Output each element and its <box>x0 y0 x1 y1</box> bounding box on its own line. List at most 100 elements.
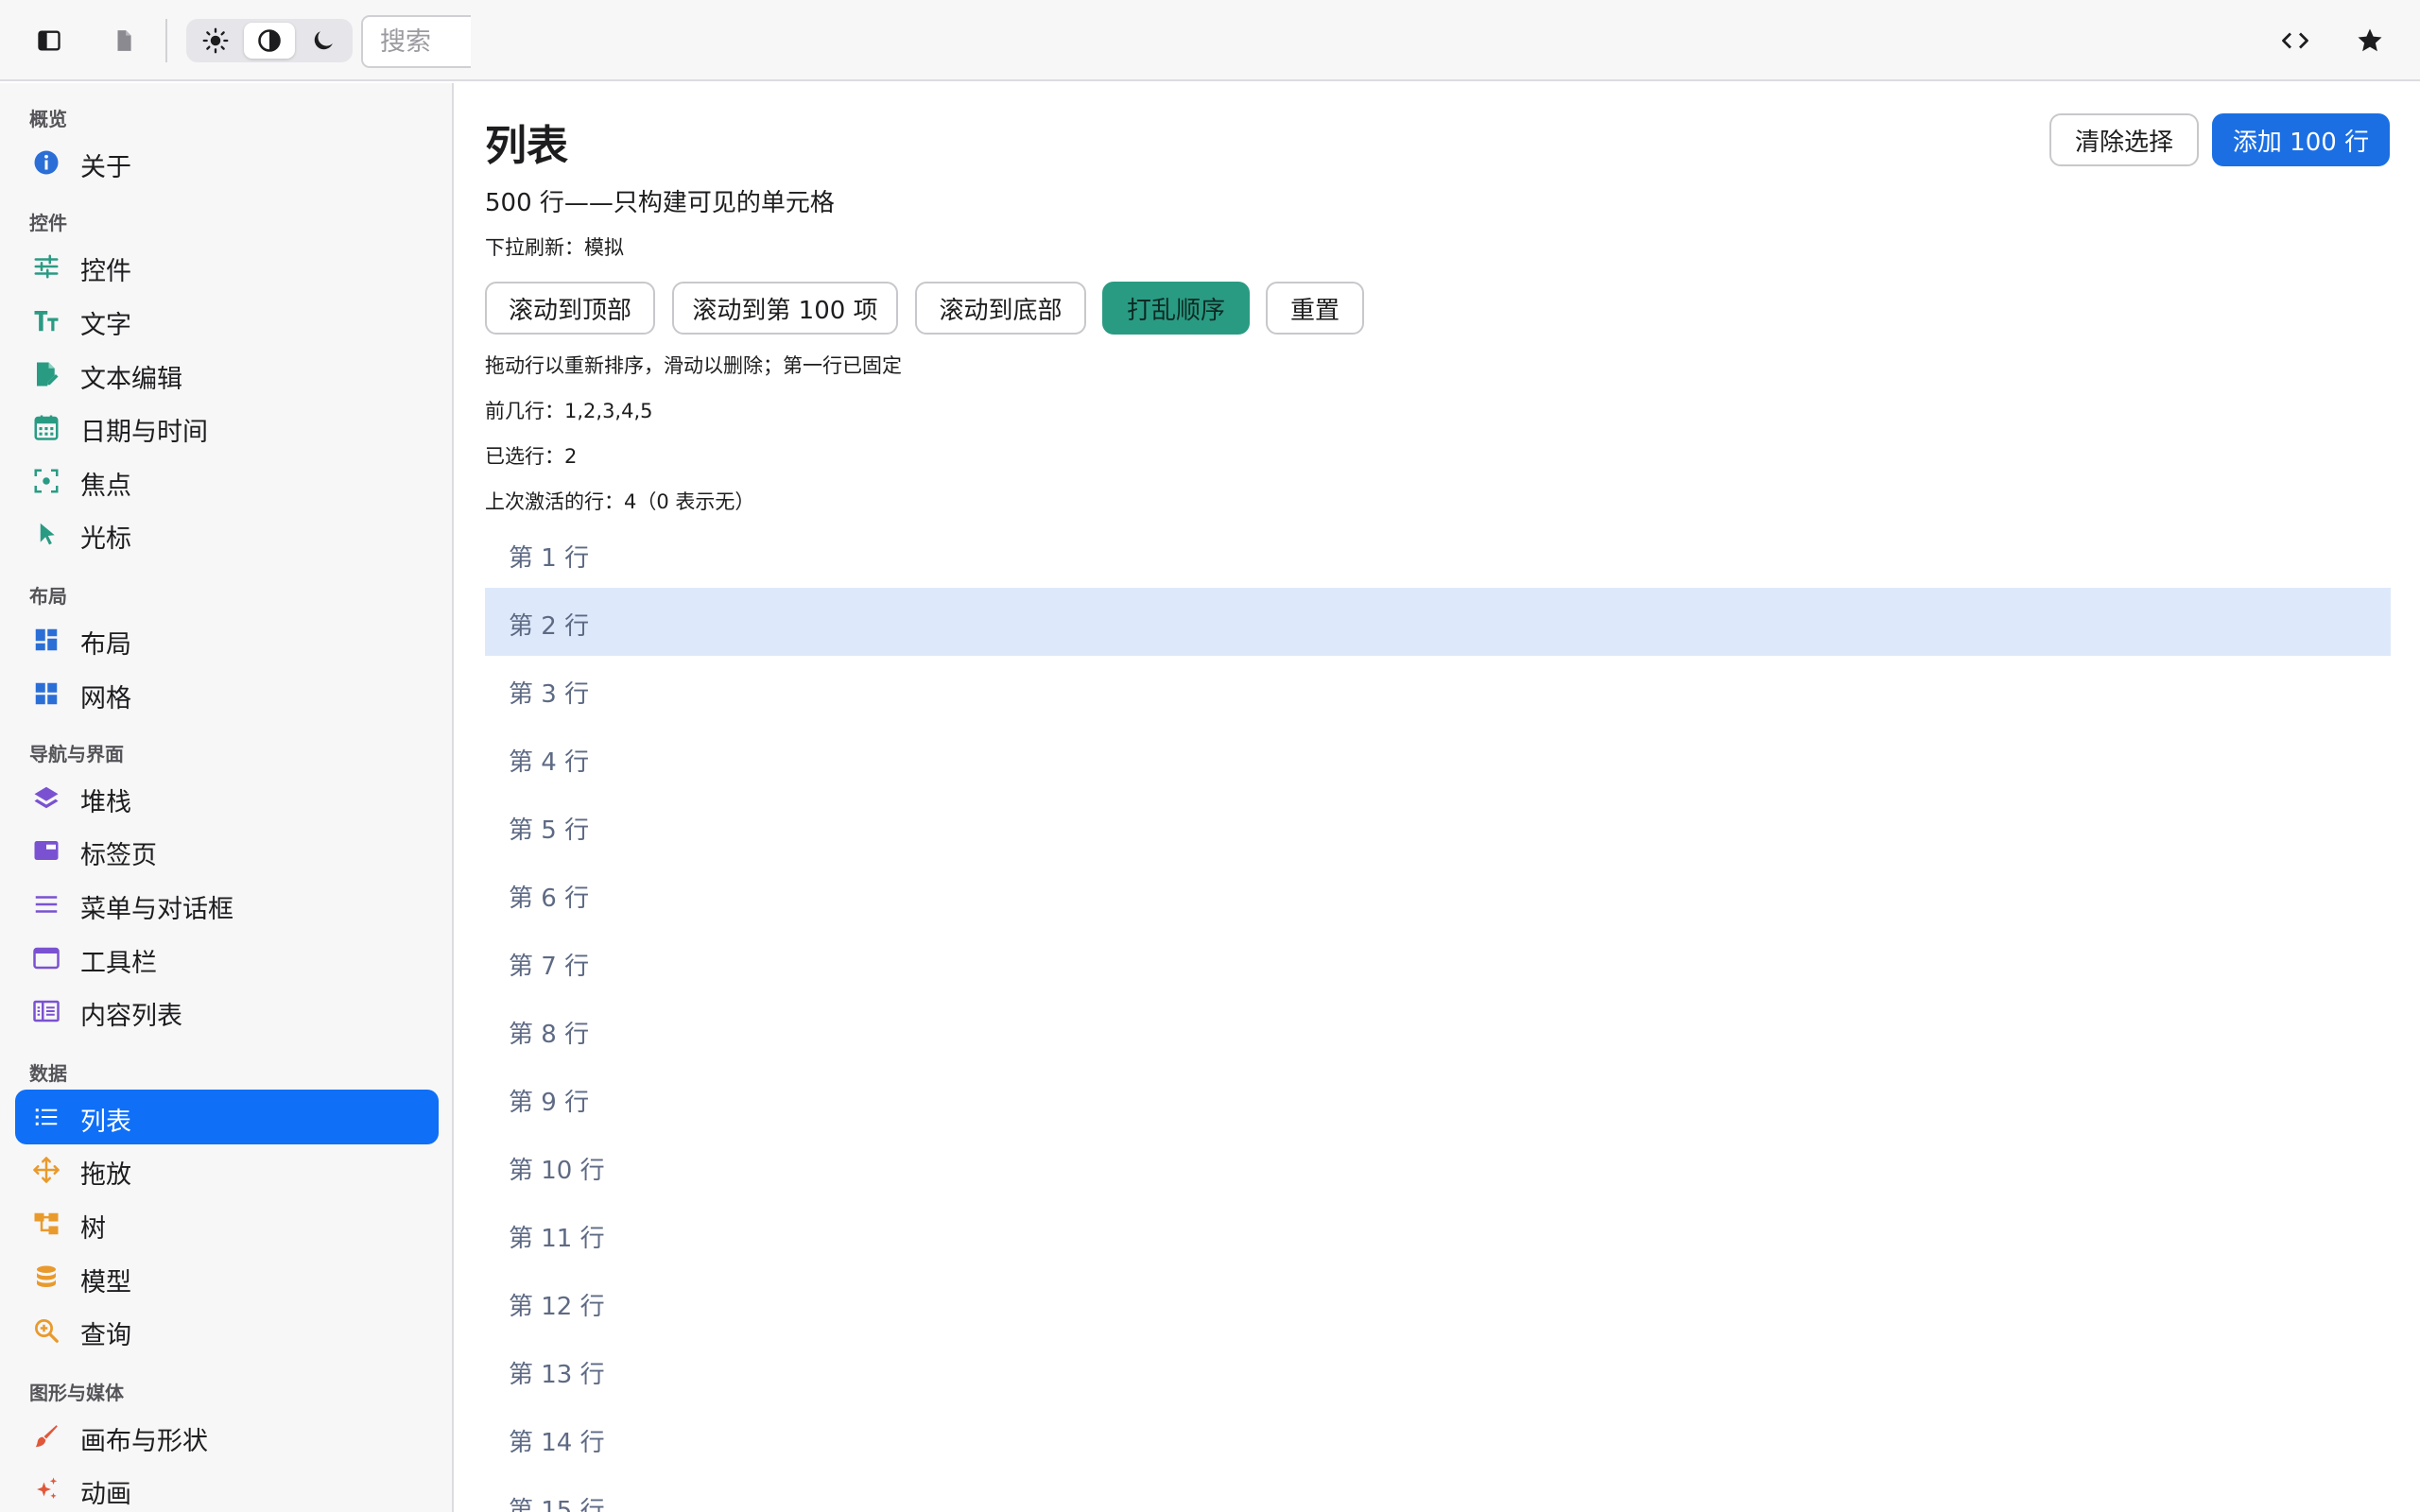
row-label: 第 13 行 <box>509 1361 605 1389</box>
grid-icon <box>35 682 58 705</box>
dark-mode-button[interactable] <box>298 23 349 59</box>
contrast-icon <box>258 29 281 52</box>
list-row-14[interactable]: 第 14 行 <box>485 1404 2391 1472</box>
list-icon <box>35 1108 58 1125</box>
sidebar-toggle-icon[interactable] <box>29 21 69 60</box>
list-row-9[interactable]: 第 9 行 <box>485 1064 2391 1132</box>
row-label: 第 9 行 <box>509 1089 590 1117</box>
cursor-icon <box>40 523 55 545</box>
row-label: 第 7 行 <box>509 953 590 981</box>
list-row-2[interactable]: 第 2 行 <box>485 588 2391 656</box>
row-label: 第 10 行 <box>509 1157 605 1185</box>
row-label: 第 3 行 <box>509 680 590 709</box>
row-label: 第 5 行 <box>509 816 590 845</box>
sidebar-item-label: 画布与形状 <box>80 1427 208 1456</box>
list-row-15[interactable]: 第 15 行 <box>485 1472 2391 1512</box>
reset-button[interactable]: 重置 <box>1266 282 1364 335</box>
list-row-12[interactable]: 第 12 行 <box>485 1268 2391 1336</box>
section-label-graphics: 图形与媒体 <box>29 1382 124 1404</box>
list-row-1[interactable]: 第 1 行 <box>485 520 2391 588</box>
list-row-8[interactable]: 第 8 行 <box>485 996 2391 1064</box>
sidebar-item-content-list[interactable]: 内容列表 <box>15 984 439 1039</box>
sidebar-item-tabs[interactable]: 标签页 <box>15 823 439 878</box>
scroll-to-bottom-button[interactable]: 滚动到底部 <box>915 282 1086 335</box>
sidebar-item-grid[interactable]: 网格 <box>15 666 439 721</box>
search-input[interactable] <box>380 26 471 57</box>
list-row-7[interactable]: 第 7 行 <box>485 928 2391 996</box>
sidebar-item-focus[interactable]: 焦点 <box>15 454 439 508</box>
toolbar-divider <box>165 19 167 62</box>
row-label: 第 1 行 <box>509 544 590 573</box>
sparkle-icon <box>37 1477 58 1499</box>
auto-mode-button[interactable] <box>244 23 295 59</box>
light-mode-button[interactable] <box>190 23 241 59</box>
top-toolbar <box>0 0 2420 81</box>
search-field[interactable] <box>361 15 471 68</box>
sidebar-item-label: 标签页 <box>80 841 157 870</box>
list-row-5[interactable]: 第 5 行 <box>485 792 2391 860</box>
database-icon <box>37 1265 56 1287</box>
sidebar-item-layout[interactable]: 布局 <box>15 612 439 667</box>
shuffle-button[interactable]: 打乱顺序 <box>1102 282 1250 335</box>
sidebar-item-label: 列表 <box>80 1108 131 1137</box>
sidebar-item-text-edit[interactable]: 文本编辑 <box>15 347 439 402</box>
scroll-to-item-100-button[interactable]: 滚动到第 100 项 <box>672 282 898 335</box>
sidebar-item-label: 菜单与对话框 <box>80 895 233 924</box>
sidebar-item-cursor[interactable]: 光标 <box>15 507 439 561</box>
sidebar-item-label: 文本编辑 <box>80 365 182 394</box>
page-title: 列表 <box>485 122 568 170</box>
row-label: 第 14 行 <box>509 1429 605 1457</box>
row-label: 第 2 行 <box>509 612 590 641</box>
list-row-3[interactable]: 第 3 行 <box>485 656 2391 724</box>
sidebar-item-label: 日期与时间 <box>80 418 208 447</box>
sidebar-item-date-time[interactable]: 日期与时间 <box>15 400 439 455</box>
section-label-overview: 概览 <box>29 108 67 130</box>
sidebar-item-toolbar[interactable]: 工具栏 <box>15 931 439 986</box>
menu-icon <box>35 896 58 913</box>
list-row-4[interactable]: 第 4 行 <box>485 724 2391 792</box>
sidebar-item-label: 拖放 <box>80 1160 131 1190</box>
sidebar-item-tree[interactable]: 树 <box>15 1196 439 1251</box>
sidebar-item-model[interactable]: 模型 <box>15 1250 439 1305</box>
sidebar-item-list[interactable]: 列表 <box>15 1090 439 1144</box>
sidebar-item-label: 焦点 <box>80 472 131 501</box>
section-label-layout: 布局 <box>29 585 67 608</box>
sidebar-item-label: 控件 <box>80 257 131 286</box>
sidebar-item-controls[interactable]: 控件 <box>15 239 439 294</box>
sun-icon <box>202 27 229 54</box>
sidebar-item-canvas-shapes[interactable]: 画布与形状 <box>15 1409 439 1464</box>
sidebar-item-about[interactable]: 关于 <box>15 135 439 190</box>
dashboard-icon <box>35 628 58 651</box>
sidebar-item-text[interactable]: 文字 <box>15 293 439 348</box>
sidebar-item-label: 关于 <box>80 153 131 182</box>
list-hint: 拖动行以重新排序，滑动以删除；第一行已固定 <box>485 354 902 377</box>
pull-refresh-status: 下拉刷新：模拟 <box>485 236 624 259</box>
sidebar-item-query[interactable]: 查询 <box>15 1303 439 1358</box>
code-icon[interactable] <box>2275 21 2315 60</box>
section-label-controls: 控件 <box>29 212 67 234</box>
sidebar-item-animation[interactable]: 动画 <box>15 1462 439 1512</box>
sidebar-item-label: 网格 <box>80 684 131 713</box>
list-row-10[interactable]: 第 10 行 <box>485 1132 2391 1200</box>
list-row-11[interactable]: 第 11 行 <box>485 1200 2391 1268</box>
layers-icon <box>34 786 59 809</box>
document-icon[interactable] <box>104 21 144 60</box>
theme-switcher <box>186 19 353 62</box>
sidebar-item-label: 内容列表 <box>80 1002 182 1031</box>
sidebar-item-label: 文字 <box>80 311 131 340</box>
star-icon[interactable] <box>2350 21 2390 60</box>
add-100-rows-button[interactable]: 添加 100 行 <box>2212 113 2390 166</box>
sidebar-item-drag-drop[interactable]: 拖放 <box>15 1143 439 1197</box>
list-row-6[interactable]: 第 6 行 <box>485 860 2391 928</box>
list-row-13[interactable]: 第 13 行 <box>485 1336 2391 1404</box>
section-label-navigation: 导航与界面 <box>29 743 124 765</box>
sidebar-item-stack[interactable]: 堆栈 <box>15 770 439 825</box>
scroll-to-top-button[interactable]: 滚动到顶部 <box>485 282 655 335</box>
sidebar-item-label: 查询 <box>80 1321 131 1350</box>
main-content: 列表 清除选择 添加 100 行 500 行——只构建可见的单元格 下拉刷新：模… <box>456 83 2420 1512</box>
virtual-list[interactable]: 第 1 行 第 2 行 第 3 行 第 4 行 第 5 行 第 6 行 第 7 … <box>485 520 2391 1512</box>
brush-icon <box>35 1425 58 1448</box>
row-label: 第 8 行 <box>509 1021 590 1049</box>
sidebar-item-menus-dialogs[interactable]: 菜单与对话框 <box>15 877 439 932</box>
clear-selection-button[interactable]: 清除选择 <box>2049 113 2199 166</box>
